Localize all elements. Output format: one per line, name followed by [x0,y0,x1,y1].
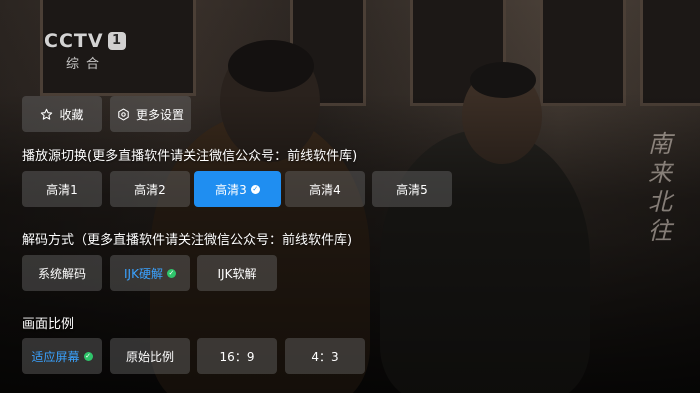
source-option-label: 高清1 [46,182,78,197]
ratio-section-title: 画面比例 [22,317,75,332]
source-section-title: 播放源切换(更多直播软件请关注微信公众号：前线软件库) [22,149,358,164]
decode-option-label: IJK硬解 [124,266,163,281]
ratio-option-original[interactable]: 原始比例 [110,338,190,374]
decode-option-system[interactable]: 系统解码 [22,255,102,291]
check-icon: ✓ [83,351,93,361]
decode-option-label: IJK软解 [217,266,257,281]
ratio-option-label: 16：9 [219,349,255,364]
ratio-option-4-3[interactable]: 4：3 [285,338,365,374]
ratio-option-label: 4：3 [311,349,339,364]
favorite-button[interactable]: 收藏 [22,96,102,132]
source-option-3[interactable]: 高清3 ✓ [194,171,281,207]
star-icon [40,108,53,121]
check-icon: ✓ [250,184,260,194]
decode-option-ijk-hw[interactable]: IJK硬解 ✓ [110,255,190,291]
gear-icon [117,108,130,121]
more-settings-button[interactable]: 更多设置 [110,96,191,132]
source-option-label: 高清4 [309,182,341,197]
source-option-5[interactable]: 高清5 [372,171,452,207]
settings-overlay: 收藏 更多设置 播放源切换(更多直播软件请关注微信公众号：前线软件库) 高清1 … [0,0,700,393]
favorite-label: 收藏 [59,107,84,122]
source-option-1[interactable]: 高清1 [22,171,102,207]
source-option-label: 高清3 [215,182,247,197]
ratio-option-label: 适应屏幕 [31,349,80,364]
check-icon: ✓ [166,268,176,278]
more-settings-label: 更多设置 [135,107,184,122]
ratio-option-fit[interactable]: 适应屏幕 ✓ [22,338,102,374]
source-option-label: 高清5 [396,182,428,197]
source-option-2[interactable]: 高清2 [110,171,190,207]
source-option-label: 高清2 [134,182,166,197]
ratio-option-16-9[interactable]: 16：9 [197,338,277,374]
source-option-4[interactable]: 高清4 [285,171,365,207]
decode-option-ijk-sw[interactable]: IJK软解 [197,255,277,291]
decode-option-label: 系统解码 [37,266,86,281]
decode-section-title: 解码方式（更多直播软件请关注微信公众号：前线软件库) [22,233,353,248]
ratio-option-label: 原始比例 [125,349,174,364]
